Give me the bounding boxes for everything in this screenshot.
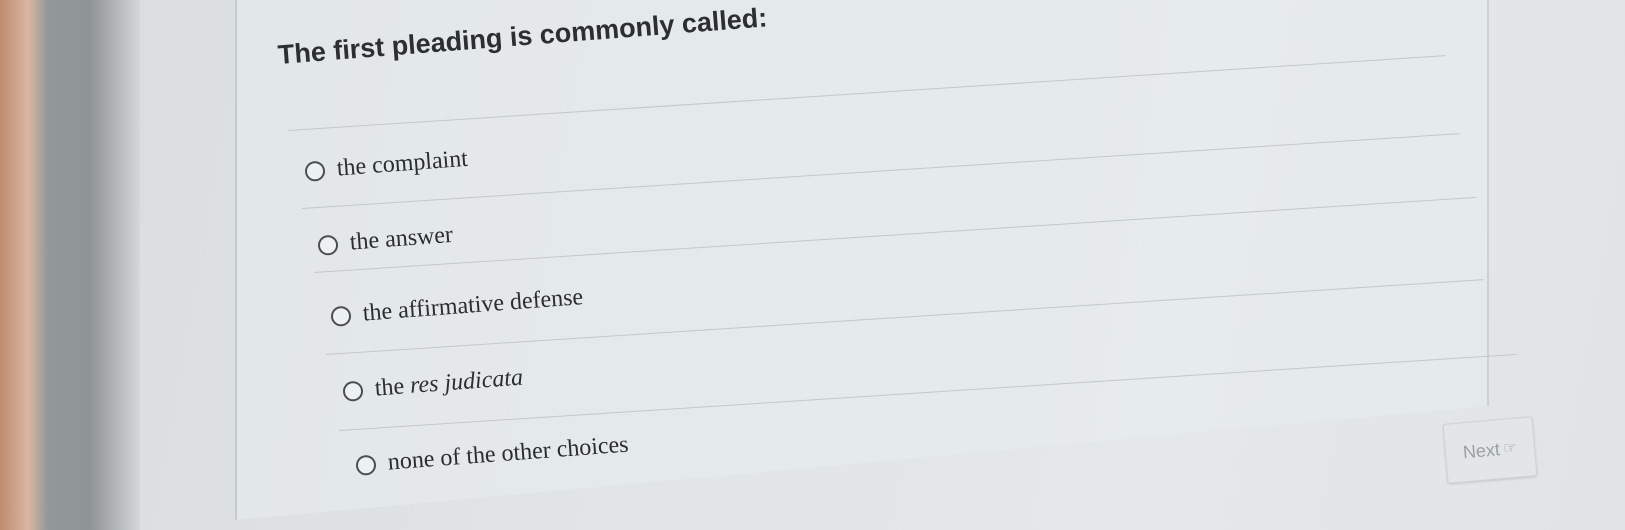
radio-button[interactable] xyxy=(317,234,339,256)
next-label: Next xyxy=(1462,438,1501,462)
next-button[interactable]: Next ☞ xyxy=(1442,416,1538,484)
radio-button[interactable] xyxy=(304,160,326,182)
photo-scene: The first pleading is commonly called: t… xyxy=(0,0,1625,530)
radio-button[interactable] xyxy=(355,454,377,476)
hand-pointer-icon: ☞ xyxy=(1502,439,1518,458)
monitor-bezel xyxy=(0,0,140,530)
radio-button[interactable] xyxy=(342,380,364,402)
radio-button[interactable] xyxy=(330,305,352,327)
